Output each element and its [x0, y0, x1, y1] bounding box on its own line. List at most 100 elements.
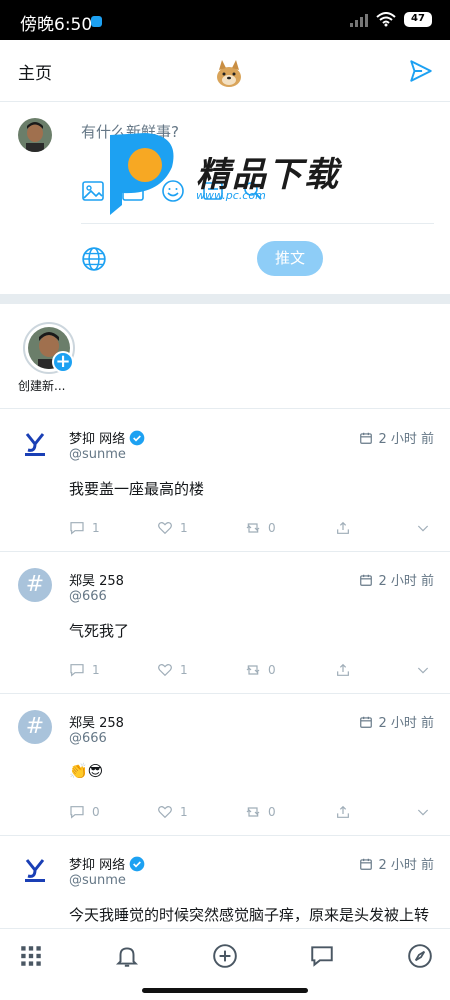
- heart-icon: [158, 805, 172, 819]
- gif-icon[interactable]: [121, 179, 145, 203]
- verified-icon: [129, 430, 145, 445]
- like-count: 1: [180, 663, 188, 677]
- compose-input[interactable]: 有什么新鲜事?: [81, 121, 179, 142]
- status-icons: 47: [350, 12, 432, 27]
- avatar[interactable]: [18, 118, 52, 152]
- message-icon[interactable]: [309, 943, 335, 969]
- tweet-time: 2 小时 前: [359, 570, 434, 589]
- avatar[interactable]: [18, 852, 52, 886]
- reply-button[interactable]: 0: [69, 804, 100, 820]
- reply-button[interactable]: 1: [69, 662, 100, 678]
- emoji-icon[interactable]: [161, 179, 185, 203]
- tweet-item[interactable]: # 郑昊 258 @666 2 小时 前 👏😎 0 1 0: [0, 694, 450, 836]
- tweet-item[interactable]: # 郑昊 258 @666 2 小时 前 气死我了 1 1 0: [0, 552, 450, 694]
- globe-icon[interactable]: [81, 246, 107, 272]
- reply-count: 1: [92, 663, 100, 677]
- reply-count: 1: [92, 521, 100, 535]
- chevron-down-icon: [417, 809, 429, 816]
- retweet-icon: [246, 523, 260, 533]
- reply-count: 0: [92, 805, 100, 819]
- location-icon[interactable]: [241, 179, 265, 203]
- share-button[interactable]: [335, 662, 351, 678]
- more-button[interactable]: [415, 804, 431, 820]
- tweet-composer: 有什么新鲜事? 推文: [0, 102, 450, 294]
- reply-icon: [70, 664, 84, 677]
- retweet-button[interactable]: 0: [245, 520, 276, 536]
- calendar-icon: [360, 858, 373, 870]
- retweet-button[interactable]: 0: [245, 804, 276, 820]
- poll-icon[interactable]: [201, 179, 225, 203]
- tweet-item[interactable]: 梦抑 网络 @sunme 2 小时 前 我要盖一座最高的楼 1 1 0: [0, 410, 450, 552]
- send-icon[interactable]: [408, 58, 434, 84]
- like-button[interactable]: 1: [157, 520, 188, 536]
- tweet-author-name: 梦抑 网络: [69, 858, 126, 873]
- add-circle-icon[interactable]: [212, 943, 238, 969]
- page-title: 主页: [18, 64, 52, 84]
- more-button[interactable]: [415, 662, 431, 678]
- app-header: 主页: [0, 40, 450, 102]
- plus-icon[interactable]: +: [52, 351, 74, 373]
- retweet-count: 0: [268, 663, 276, 677]
- status-bar: 傍晚6:50 47: [0, 0, 450, 40]
- heart-icon: [158, 521, 172, 535]
- signal-icon: [350, 13, 368, 27]
- more-button[interactable]: [415, 520, 431, 536]
- share-icon: [337, 521, 349, 534]
- heart-icon: [158, 663, 172, 677]
- tweet-button[interactable]: 推文: [257, 241, 323, 276]
- compass-icon[interactable]: [407, 943, 433, 969]
- tweet-text: 👏😎: [69, 762, 104, 780]
- tweet-time-label: 2 小时 前: [378, 574, 434, 589]
- composer-toolbar: [81, 179, 265, 203]
- create-fleet-label: 创建新...: [18, 379, 66, 393]
- retweet-icon: [246, 807, 260, 817]
- calendar-icon: [360, 574, 373, 586]
- share-icon: [337, 805, 349, 818]
- like-button[interactable]: 1: [157, 804, 188, 820]
- calendar-icon: [360, 432, 373, 444]
- reply-icon: [70, 806, 84, 819]
- tweet-text: 我要盖一座最高的楼: [69, 480, 205, 498]
- bell-icon[interactable]: [114, 943, 140, 969]
- reply-icon: [70, 522, 84, 535]
- composer-divider: [81, 223, 434, 224]
- avatar[interactable]: #: [18, 568, 52, 602]
- share-button[interactable]: [335, 804, 351, 820]
- tweet-actions: 1 1 0: [69, 520, 433, 540]
- tweet-author[interactable]: 郑昊 258: [69, 712, 124, 731]
- retweet-button[interactable]: 0: [245, 662, 276, 678]
- share-button[interactable]: [335, 520, 351, 536]
- tweet-time-label: 2 小时 前: [378, 716, 434, 731]
- like-count: 1: [180, 805, 188, 819]
- like-button[interactable]: 1: [157, 662, 188, 678]
- tweet-author[interactable]: 郑昊 258: [69, 570, 124, 589]
- fleets-row: + 创建新...: [0, 304, 450, 409]
- status-time: 傍晚6:50: [20, 15, 93, 35]
- section-divider: [0, 294, 450, 304]
- tweet-time-label: 2 小时 前: [378, 858, 434, 873]
- tweet-author[interactable]: 梦抑 网络: [69, 428, 145, 447]
- tweet-actions: 1 1 0: [69, 662, 433, 682]
- retweet-icon: [246, 665, 260, 675]
- avatar[interactable]: [18, 426, 52, 460]
- dog-logo-icon[interactable]: [214, 58, 244, 88]
- home-indicator[interactable]: [142, 988, 308, 993]
- retweet-count: 0: [268, 521, 276, 535]
- tweet-time: 2 小时 前: [359, 854, 434, 873]
- reply-button[interactable]: 1: [69, 520, 100, 536]
- verified-icon: [129, 856, 145, 871]
- notification-icon: [91, 16, 102, 27]
- chevron-down-icon: [417, 667, 429, 674]
- chevron-down-icon: [417, 525, 429, 532]
- avatar[interactable]: #: [18, 710, 52, 744]
- grid-icon[interactable]: [18, 943, 44, 969]
- tweet-text: 气死我了: [69, 622, 130, 640]
- image-icon[interactable]: [81, 179, 105, 203]
- tweet-time: 2 小时 前: [359, 428, 434, 447]
- tweet-handle: @666: [69, 589, 107, 604]
- tweet-author-name: 梦抑 网络: [69, 432, 126, 447]
- tweet-author[interactable]: 梦抑 网络: [69, 854, 145, 873]
- like-count: 1: [180, 521, 188, 535]
- tweet-handle: @sunme: [69, 447, 126, 462]
- tweet-actions: 0 1 0: [69, 804, 433, 824]
